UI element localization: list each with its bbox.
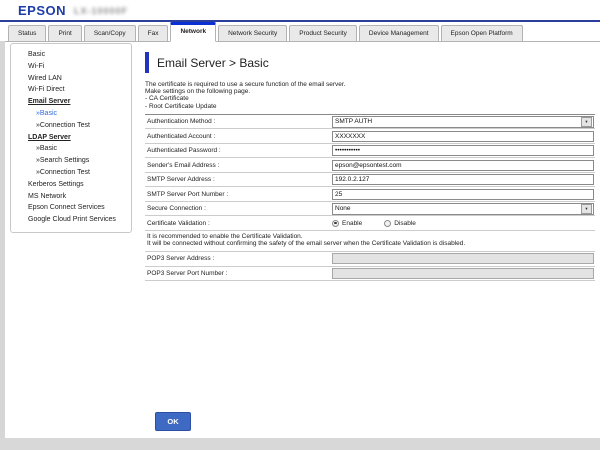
tab-fax[interactable]: Fax (138, 25, 169, 41)
authenticated-password-input[interactable]: ••••••••••• (332, 145, 594, 156)
field-label: Secure Connection : (145, 205, 332, 212)
sidebar-section-email-server[interactable]: Email Server (11, 96, 131, 108)
authentication-method-select[interactable]: SMTP AUTH ▼ (332, 116, 594, 128)
network-sidebar: Basic Wi-Fi Wired LAN Wi-Fi Direct Email… (10, 43, 132, 233)
tab-status[interactable]: Status (8, 25, 46, 41)
title-accent-bar (145, 52, 149, 73)
bottom-margin-strip (0, 438, 600, 450)
disable-radio-label: Disable (394, 220, 416, 227)
form-row-smtp-server-address: SMTP Server Address : 192.0.2.127 (145, 173, 595, 188)
sidebar-item-wired-lan[interactable]: Wired LAN (11, 73, 131, 85)
ok-button[interactable]: OK (155, 412, 191, 431)
app-header: EPSON LX-10000F (0, 0, 600, 20)
field-label: Authenticated Account : (145, 133, 332, 140)
form-row-certificate-validation: Certificate Validation : Enable Disable (145, 216, 595, 231)
description-line: Make settings on the following page. (145, 88, 595, 95)
form-row-smtp-port: SMTP Server Port Number : 25 (145, 187, 595, 202)
left-margin-strip (0, 41, 5, 450)
description-line: The certificate is required to use a sec… (145, 81, 595, 88)
sidebar-item-wifi-direct[interactable]: Wi-Fi Direct (11, 84, 131, 96)
sidebar-item-ldap-connection-test[interactable]: »Connection Test (11, 167, 131, 179)
form-row-pop3-port: POP3 Server Port Number : (145, 267, 595, 282)
form-row-authentication-method: Authentication Method : SMTP AUTH ▼ (145, 115, 595, 130)
page-description: The certificate is required to use a sec… (145, 81, 595, 110)
field-label: Certificate Validation : (145, 220, 332, 227)
field-label: SMTP Server Port Number : (145, 191, 332, 198)
tab-network-security[interactable]: Network Security (218, 25, 287, 41)
page-title-row: Email Server > Basic (145, 52, 595, 74)
pop3-port-input (332, 268, 594, 279)
disable-radio[interactable] (384, 220, 391, 227)
description-line: - Root Certificate Update (145, 103, 595, 110)
printer-model-name: LX-10000F (74, 6, 128, 16)
field-label: POP3 Server Port Number : (145, 270, 332, 277)
chevron-down-icon[interactable]: ▼ (581, 204, 592, 214)
field-label: Sender's Email Address : (145, 162, 332, 169)
sidebar-item-email-server-connection-test[interactable]: »Connection Test (11, 120, 131, 132)
tab-print[interactable]: Print (48, 25, 81, 41)
sidebar-item-email-server-basic[interactable]: »Basic (11, 108, 131, 120)
certificate-validation-note: It is recommended to enable the Certific… (145, 231, 595, 252)
note-line: It will be connected without confirming … (147, 240, 595, 248)
field-label: POP3 Server Address : (145, 255, 332, 262)
main-content: Email Server > Basic The certificate is … (145, 52, 595, 281)
form-row-authenticated-account: Authenticated Account : XXXXXXX (145, 129, 595, 144)
field-label: Authenticated Password : (145, 147, 332, 154)
tab-network[interactable]: Network (170, 22, 216, 42)
tab-product-security[interactable]: Product Security (289, 25, 357, 41)
secure-connection-select[interactable]: None ▼ (332, 203, 594, 215)
main-tab-bar: Status Print Scan/Copy Fax Network Netwo… (0, 22, 600, 42)
chevron-down-icon[interactable]: ▼ (581, 117, 592, 127)
sidebar-item-ldap-basic[interactable]: »Basic (11, 143, 131, 155)
smtp-port-input[interactable]: 25 (332, 189, 594, 200)
sidebar-item-kerberos-settings[interactable]: Kerberos Settings (11, 179, 131, 191)
authenticated-account-input[interactable]: XXXXXXX (332, 131, 594, 142)
selected-value: None (333, 204, 580, 214)
certificate-validation-radio-group: Enable Disable (332, 220, 438, 227)
tab-epson-open-platform[interactable]: Epson Open Platform (441, 25, 523, 41)
sidebar-item-google-cloud-print-services[interactable]: Google Cloud Print Services (11, 214, 131, 226)
enable-radio-label: Enable (342, 220, 362, 227)
selected-value: SMTP AUTH (333, 117, 580, 127)
page-title: Email Server > Basic (157, 52, 269, 74)
form-row-authenticated-password: Authenticated Password : ••••••••••• (145, 144, 595, 159)
sidebar-item-wifi[interactable]: Wi-Fi (11, 61, 131, 73)
sidebar-section-ldap-server[interactable]: LDAP Server (11, 132, 131, 144)
smtp-server-address-input[interactable]: 192.0.2.127 (332, 174, 594, 185)
field-label: Authentication Method : (145, 118, 332, 125)
sidebar-item-basic[interactable]: Basic (11, 49, 131, 61)
enable-radio[interactable] (332, 220, 339, 227)
email-server-form: Authentication Method : SMTP AUTH ▼ Auth… (145, 114, 595, 281)
note-line: It is recommended to enable the Certific… (147, 233, 595, 241)
sidebar-item-ldap-search-settings[interactable]: »Search Settings (11, 155, 131, 167)
tab-device-management[interactable]: Device Management (359, 25, 439, 41)
form-row-pop3-server-address: POP3 Server Address : (145, 252, 595, 267)
sender-email-input[interactable]: epson@epsontest.com (332, 160, 594, 171)
sidebar-item-ms-network[interactable]: MS Network (11, 191, 131, 203)
description-line: - CA Certificate (145, 95, 595, 102)
tab-scan-copy[interactable]: Scan/Copy (84, 25, 136, 41)
form-row-secure-connection: Secure Connection : None ▼ (145, 202, 595, 217)
sidebar-item-epson-connect-services[interactable]: Epson Connect Services (11, 202, 131, 214)
form-row-sender-email: Sender's Email Address : epson@epsontest… (145, 158, 595, 173)
field-label: SMTP Server Address : (145, 176, 332, 183)
pop3-server-address-input (332, 253, 594, 264)
epson-logo: EPSON (18, 3, 66, 18)
